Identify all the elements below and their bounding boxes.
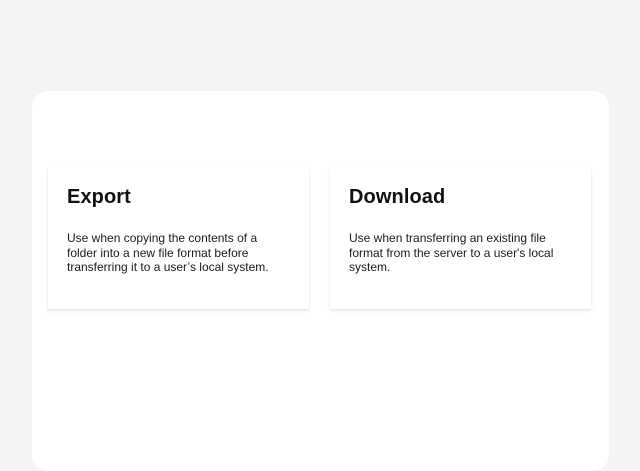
options-panel: Export Use when copying the contents of … — [32, 91, 609, 471]
export-title: Export — [67, 186, 131, 208]
export-option-card[interactable]: Export Use when copying the contents of … — [48, 168, 309, 309]
download-description: Use when transferring an existing file f… — [349, 231, 554, 274]
download-title: Download — [349, 186, 446, 208]
download-option-card[interactable]: Download Use when transferring an existi… — [330, 168, 591, 309]
export-description: Use when copying the contents of a folde… — [67, 231, 269, 274]
